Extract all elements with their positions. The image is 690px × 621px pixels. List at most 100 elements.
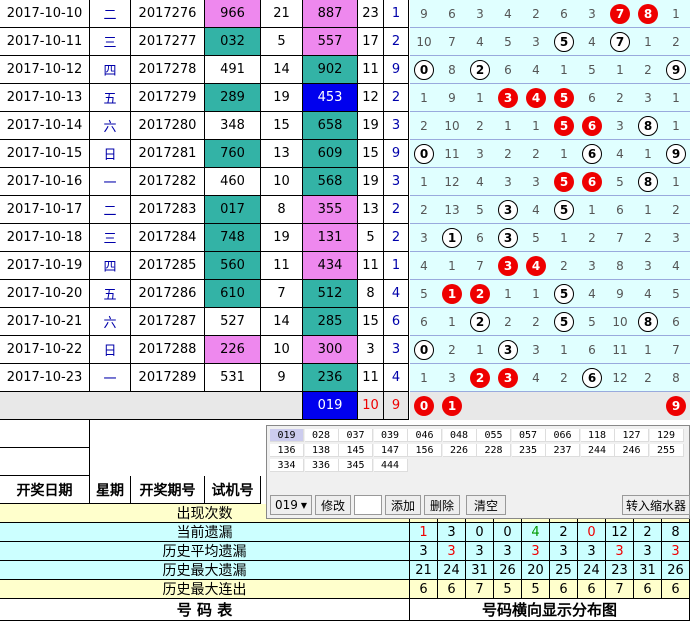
number-ball: 2 [470,60,490,80]
stat-value: 26 [494,561,522,580]
chevron-down-icon: ▼ [300,500,308,510]
miss-count: 2 [644,231,652,245]
miss-count: 4 [532,371,540,385]
miss-count: 6 [672,315,680,329]
miss-count: 5 [616,175,624,189]
miss-count: 6 [504,63,512,77]
panel-number[interactable]: 057 [511,429,546,442]
cell-weekday: 四 [90,56,131,84]
panel-number[interactable]: 237 [546,444,580,457]
miss-count: 3 [532,35,540,49]
cell-issue: 2017280 [131,112,205,140]
cell-weekday: 日 [90,140,131,168]
number-ball: 8 [638,116,658,136]
cell-test: 531 [205,364,261,392]
miss-count: 2 [560,371,568,385]
number-ball: 7 [610,4,630,24]
stat-value: 3 [466,542,494,561]
panel-number[interactable]: 345 [339,459,373,472]
clear-button[interactable]: 清空 [466,495,506,515]
panel-number[interactable]: 138 [304,444,339,457]
miss-count: 4 [588,35,596,49]
panel-number[interactable]: 145 [339,444,373,457]
miss-count: 2 [644,371,652,385]
panel-number[interactable]: 127 [615,429,649,442]
stat-value: 3 [634,542,662,561]
miss-count: 4 [504,7,512,21]
panel-number[interactable]: 136 [270,444,304,457]
panel-number[interactable]: 046 [408,429,442,442]
transfer-button[interactable]: 转入缩水器 [622,495,690,515]
panel-number[interactable]: 039 [373,429,408,442]
miss-count: 4 [532,63,540,77]
panel-number[interactable]: 255 [649,444,684,457]
cell-date: 2017-10-17 [0,196,90,224]
panel-number[interactable]: 444 [373,459,408,472]
stat-label: 当前遗漏 [0,523,410,542]
miss-count: 2 [588,231,596,245]
number-ball: 0 [414,144,434,164]
cell-draw: 285 [303,308,358,336]
panel-number[interactable]: 235 [511,444,546,457]
footer-left: 号 码 表 [0,599,410,621]
stat-value: 3 [410,542,438,561]
panel-number[interactable]: 246 [615,444,649,457]
cell-weekday: 五 [90,280,131,308]
number-input[interactable] [354,495,382,515]
cell-issue: 2017287 [131,308,205,336]
stat-value: 3 [522,542,550,561]
cell-sum: 19 [358,112,384,140]
panel-number[interactable]: 028 [304,429,339,442]
add-button[interactable]: 添加 [385,495,421,515]
cell-draw: 131 [303,224,358,252]
number-select[interactable]: 019 ▼ [270,495,312,515]
miss-count: 7 [448,35,456,49]
miss-count: 1 [420,175,428,189]
stat-value: 7 [466,580,494,599]
number-ball: 8 [638,4,658,24]
stat-value: 21 [410,561,438,580]
number-ball: 6 [582,368,602,388]
panel-number[interactable]: 048 [442,429,477,442]
cell-d: 4 [384,364,409,392]
panel-number[interactable]: 066 [546,429,580,442]
cell-date: 2017-10-22 [0,336,90,364]
cell-d: 1 [384,0,409,28]
panel-number[interactable]: 156 [408,444,442,457]
panel-number[interactable]: 037 [339,429,373,442]
cell-weekday: 三 [90,28,131,56]
panel-number[interactable]: 147 [373,444,408,457]
panel-number[interactable]: 226 [442,444,477,457]
panel-number[interactable]: 118 [580,429,615,442]
miss-count: 1 [560,147,568,161]
miss-count: 1 [532,119,540,133]
panel-number[interactable]: 019 [270,429,304,442]
modify-button[interactable]: 修改 [315,495,351,515]
stat-value: 6 [662,580,690,599]
panel-number[interactable]: 055 [477,429,511,442]
panel-number[interactable]: 334 [270,459,304,472]
delete-button[interactable]: 删除 [424,495,460,515]
panel-number[interactable]: 244 [580,444,615,457]
cell-draw: 434 [303,252,358,280]
miss-count: 6 [448,7,456,21]
panel-number[interactable]: 129 [649,429,684,442]
panel-number[interactable]: 336 [304,459,339,472]
cell-draw: 887 [303,0,358,28]
panel-number[interactable]: 228 [477,444,511,457]
cell-d: 4 [384,280,409,308]
cell-weekday: 二 [90,196,131,224]
stat-value: 6 [634,580,662,599]
number-ball: 6 [582,144,602,164]
cell-d: 3 [384,112,409,140]
miss-count: 1 [532,287,540,301]
cell-draw: 236 [303,364,358,392]
number-ball: 0 [414,60,434,80]
number-ball: 1 [442,284,462,304]
cell-sum: 11 [358,364,384,392]
header-issue: 开奖期号 [131,476,205,504]
cell-d: 9 [384,56,409,84]
cell-sum: 15 [358,308,384,336]
cell-date: 2017-10-10 [0,0,90,28]
cell-date: 2017-10-13 [0,84,90,112]
